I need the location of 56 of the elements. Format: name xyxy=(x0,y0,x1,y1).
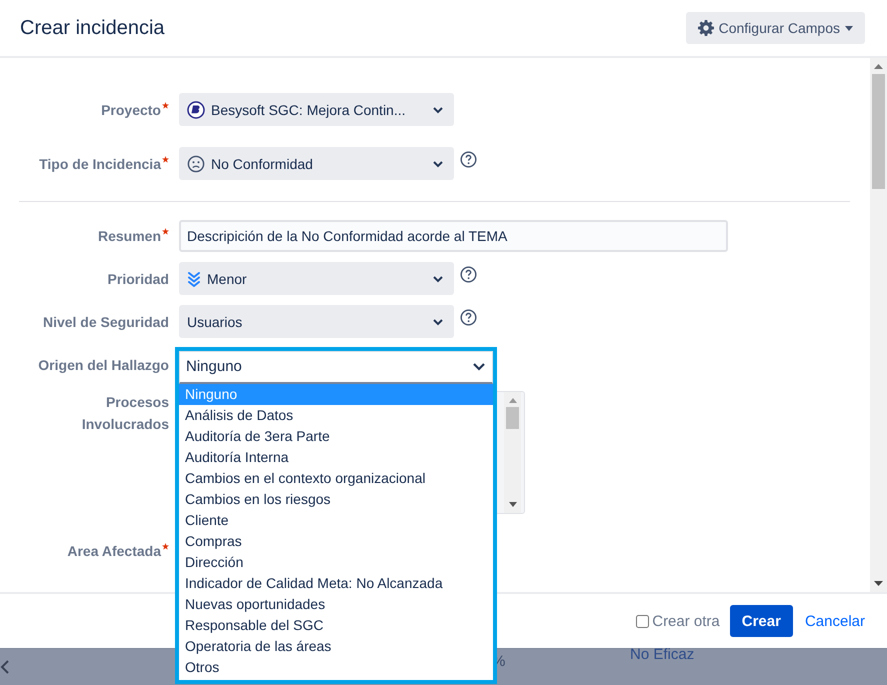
create-button[interactable]: Crear xyxy=(730,605,793,637)
checkbox-label[interactable]: Crear otra xyxy=(652,612,720,630)
field-label: Procesos Involucrados xyxy=(80,393,169,434)
field-label: Tipo de Incidencia xyxy=(39,154,161,174)
dropdown-option[interactable]: Cliente xyxy=(179,510,493,530)
dropdown-option[interactable]: Auditoría de 3era Parte xyxy=(179,426,493,446)
field-label: Area Afectada xyxy=(67,542,161,561)
chevron-left-icon[interactable] xyxy=(0,659,10,675)
cancel-link[interactable]: Cancelar xyxy=(802,612,867,630)
dropdown-option[interactable]: Responsable del SGC xyxy=(179,614,493,636)
field-label: Nivel de Seguridad xyxy=(42,312,169,332)
scrollbar[interactable] xyxy=(504,392,521,513)
dropdown-option[interactable]: Compras xyxy=(179,530,493,552)
select-field[interactable]: Usuarios xyxy=(179,305,454,338)
field-label: Resumen xyxy=(98,226,161,246)
help-icon[interactable] xyxy=(460,266,477,283)
scroll-thumb[interactable] xyxy=(872,74,885,189)
dialog-title: Crear incidencia xyxy=(20,16,165,40)
dropdown-option[interactable]: Dirección xyxy=(179,552,493,572)
select-field[interactable]: Besysoft SGC: Mejora Contin... xyxy=(179,93,454,126)
chevron-down-icon xyxy=(432,160,444,168)
dropdown-option[interactable]: Nuevas oportunidades xyxy=(179,594,493,614)
help-icon[interactable] xyxy=(460,151,477,168)
scroll-thumb[interactable] xyxy=(506,407,519,429)
sad-face-icon xyxy=(187,154,205,172)
scroll-up-icon[interactable] xyxy=(874,64,883,69)
caret-icon xyxy=(845,26,853,30)
dropdown-option[interactable]: Operatoria de las áreas xyxy=(179,636,493,656)
chevron-down-icon xyxy=(432,106,444,114)
dropdown-option[interactable]: Cambios en los riesgos xyxy=(179,488,493,510)
dropdown-option[interactable]: Otros xyxy=(179,656,493,678)
chevron-down-icon xyxy=(472,362,486,371)
chevron-down-icon xyxy=(432,318,444,326)
dropdown-option[interactable]: Auditoría Interna xyxy=(179,446,493,468)
scroll-down-icon[interactable] xyxy=(508,502,516,507)
dropdown-option[interactable]: Indicador de Calidad Meta: No Alcanzada xyxy=(179,572,493,594)
field-label: Proyecto xyxy=(101,100,161,120)
chevron-down-icon xyxy=(432,274,444,282)
checkbox[interactable] xyxy=(636,614,650,628)
scroll-down-icon[interactable] xyxy=(874,581,883,586)
priority-chevrons-icon xyxy=(187,270,201,286)
select-field[interactable]: No Conformidad xyxy=(179,147,454,180)
field-label: Origen del Hallazgo xyxy=(38,356,169,375)
settings-icon xyxy=(698,20,714,36)
scrollbar[interactable] xyxy=(870,58,887,592)
help-icon[interactable] xyxy=(460,309,477,326)
summary-input[interactable]: Descripición de la No Conformidad acorde al TEMA xyxy=(179,220,728,252)
field-label: Prioridad xyxy=(108,270,169,288)
project-logo-icon xyxy=(187,100,205,118)
dropdown-option[interactable]: Análisis de Datos xyxy=(179,404,493,426)
scroll-up-icon[interactable] xyxy=(508,398,516,403)
dropdown-option[interactable]: Cambios en el contexto organizacional xyxy=(179,468,493,488)
dropdown-list[interactable] xyxy=(175,346,497,684)
configure-fields-button[interactable]: Configurar Campos xyxy=(686,12,865,44)
select-field[interactable]: Menor xyxy=(179,262,454,295)
background-text: No Eficaz xyxy=(630,646,694,663)
